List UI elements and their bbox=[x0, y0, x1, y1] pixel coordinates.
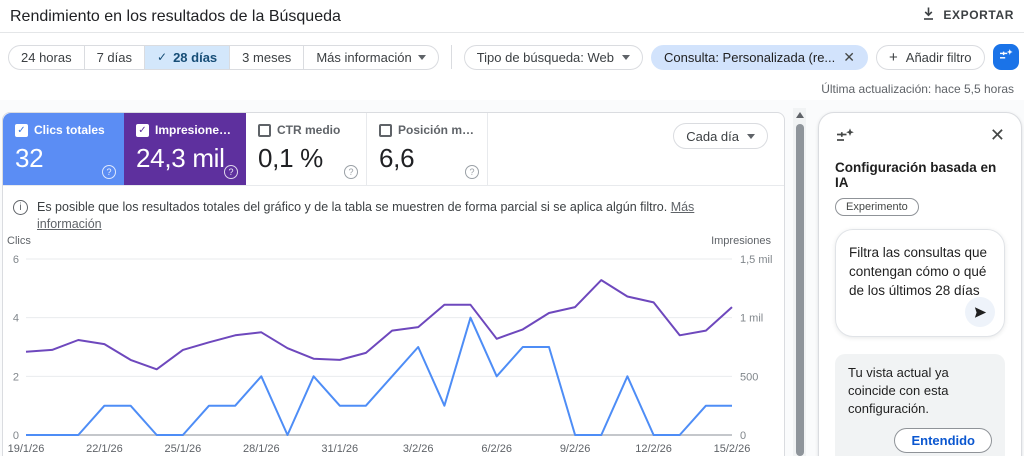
help-icon[interactable]: ? bbox=[102, 165, 116, 179]
chevron-down-icon bbox=[747, 133, 755, 139]
left-axis-tick: 4 bbox=[13, 313, 19, 325]
left-axis-title: Clics bbox=[7, 235, 31, 247]
ai-panel-title: Configuración basada en IA bbox=[835, 160, 997, 190]
plus-icon: + bbox=[889, 48, 898, 66]
ai-status-box: Tu vista actual ya coincide con esta con… bbox=[835, 354, 1005, 456]
close-icon[interactable]: ✕ bbox=[990, 126, 1005, 144]
export-label: EXPORTAR bbox=[943, 8, 1014, 22]
range-24h[interactable]: 24 horas bbox=[9, 45, 85, 69]
x-axis-label: 31/1/26 bbox=[321, 443, 358, 455]
chevron-down-icon bbox=[622, 54, 631, 60]
tune-sparkle-icon bbox=[998, 47, 1014, 68]
left-axis-tick: 0 bbox=[13, 430, 19, 442]
help-icon[interactable]: ? bbox=[344, 165, 358, 179]
performance-card: ✓ Clics totales 32 ? ✓ Impresiones total… bbox=[2, 112, 785, 456]
range-7d[interactable]: 7 días bbox=[85, 45, 146, 69]
ctr-checkbox[interactable] bbox=[258, 123, 271, 137]
x-axis-label: 15/2/26 bbox=[714, 443, 751, 455]
metric-card-ctr[interactable]: CTR medio 0,1 % ? bbox=[246, 113, 367, 185]
ai-status-text: Tu vista actual ya coincide con esta con… bbox=[848, 365, 949, 416]
right-axis-tick: 1,5 mil bbox=[740, 254, 772, 266]
vertical-scrollbar[interactable] bbox=[793, 108, 806, 456]
export-button[interactable]: EXPORTAR bbox=[921, 6, 1014, 24]
ai-filter-button[interactable] bbox=[992, 44, 1019, 70]
left-axis-tick: 2 bbox=[13, 371, 19, 383]
x-axis-label: 9/2/26 bbox=[560, 443, 591, 455]
metric-label: Posición media bbox=[398, 123, 475, 137]
performance-chart: 6 1,5 mil 4 1 mil 2 500 0 0 Clics Impresiones 19/1… bbox=[7, 235, 772, 455]
x-axis-label: 3/2/26 bbox=[403, 443, 434, 455]
x-axis-label: 28/1/26 bbox=[243, 443, 280, 455]
right-axis-title: Impresiones bbox=[711, 235, 771, 247]
header-divider bbox=[0, 32, 1024, 33]
partial-results-banner: i Es posible que los resultados totales … bbox=[13, 199, 753, 233]
ai-suggestion-input[interactable]: Filtra las consultas que contengan cómo … bbox=[835, 229, 1005, 337]
filter-bar: 24 horas 7 días ✓ 28 días 3 meses Más in… bbox=[8, 44, 1024, 70]
tune-sparkle-icon bbox=[835, 126, 855, 151]
metric-card-clics[interactable]: ✓ Clics totales 32 ? bbox=[3, 113, 124, 185]
range-28d-selected[interactable]: ✓ 28 días bbox=[145, 45, 231, 69]
info-icon: i bbox=[13, 200, 28, 215]
metric-value: 24,3 mil bbox=[136, 143, 225, 173]
clics-checkbox[interactable]: ✓ bbox=[15, 123, 28, 137]
last-updated-text: Última actualización: hace 5,5 horas bbox=[821, 82, 1014, 96]
ai-config-panel: ✕ Configuración basada en IA Experimento… bbox=[818, 112, 1022, 456]
date-range-group: 24 horas 7 días ✓ 28 días 3 meses Más in… bbox=[8, 44, 439, 70]
send-icon bbox=[974, 306, 986, 318]
scroll-up-arrow-icon[interactable] bbox=[795, 112, 804, 118]
left-axis-tick: 6 bbox=[13, 254, 19, 266]
granularity-dropdown[interactable]: Cada día bbox=[673, 123, 768, 149]
metric-label: Impresiones total... bbox=[155, 123, 234, 137]
posicion-checkbox[interactable] bbox=[379, 123, 392, 137]
metric-value: 32 bbox=[15, 143, 44, 173]
right-axis-tick: 1 mil bbox=[740, 313, 763, 325]
impresiones-checkbox[interactable]: ✓ bbox=[136, 123, 149, 137]
banner-text: Es posible que los resultados totales de… bbox=[37, 200, 668, 214]
metric-card-impresiones[interactable]: ✓ Impresiones total... 24,3 mil ? bbox=[124, 113, 246, 185]
x-axis-label: 22/1/26 bbox=[86, 443, 123, 455]
metric-value: 6,6 bbox=[379, 143, 415, 173]
query-filter-chip[interactable]: Consulta: Personalizada (re... ✕ bbox=[651, 44, 869, 70]
x-axis-label: 19/1/26 bbox=[8, 443, 45, 455]
entendido-button[interactable]: Entendido bbox=[894, 428, 992, 453]
check-icon: ✓ bbox=[157, 50, 168, 64]
ai-suggestion-text: Filtra las consultas que contengan cómo … bbox=[849, 245, 988, 298]
range-3m[interactable]: 3 meses bbox=[230, 45, 305, 69]
x-axis-label: 6/2/26 bbox=[481, 443, 512, 455]
search-console-performance-page: Rendimiento en los resultados de la Búsq… bbox=[0, 0, 1024, 456]
chevron-down-icon bbox=[417, 54, 426, 60]
page-title: Rendimiento en los resultados de la Búsq… bbox=[10, 8, 341, 25]
metric-value: 0,1 % bbox=[258, 143, 323, 173]
x-axis-label: 25/1/26 bbox=[165, 443, 202, 455]
impresiones-line bbox=[25, 279, 733, 371]
remove-filter-icon[interactable]: ✕ bbox=[843, 50, 855, 64]
help-icon[interactable]: ? bbox=[224, 165, 238, 179]
add-filter-button[interactable]: + Añadir filtro bbox=[876, 44, 985, 70]
metric-label: CTR medio bbox=[277, 123, 341, 137]
x-axis-label: 12/2/26 bbox=[635, 443, 672, 455]
range-more-info[interactable]: Más información bbox=[304, 46, 437, 69]
metric-strip: ✓ Clics totales 32 ? ✓ Impresiones total… bbox=[3, 113, 784, 186]
send-button[interactable] bbox=[965, 297, 995, 327]
scrollbar-thumb[interactable] bbox=[795, 124, 804, 456]
metric-label: Clics totales bbox=[34, 123, 105, 137]
filter-separator bbox=[450, 45, 452, 69]
help-icon[interactable]: ? bbox=[465, 165, 479, 179]
experiment-badge: Experimento bbox=[835, 198, 919, 216]
metric-card-posicion[interactable]: Posición media 6,6 ? bbox=[367, 113, 488, 185]
download-icon bbox=[921, 6, 936, 24]
search-type-filter-chip[interactable]: Tipo de búsqueda: Web bbox=[463, 44, 644, 70]
right-axis-tick: 500 bbox=[740, 371, 758, 383]
right-axis-tick: 0 bbox=[740, 430, 746, 442]
